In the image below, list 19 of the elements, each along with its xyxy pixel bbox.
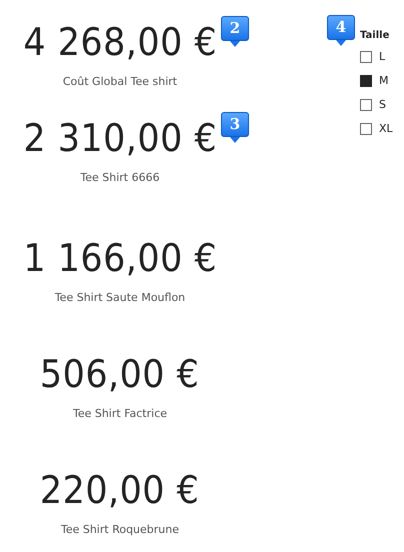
slicer-title: Taille — [360, 29, 390, 43]
checkbox[interactable] — [360, 51, 372, 63]
kpi-label: Coût Global Tee shirt — [62, 74, 178, 90]
kpi-label: Tee Shirt Factrice — [72, 406, 168, 422]
kpi-label: Tee Shirt 6666 — [80, 170, 160, 186]
kpi-label: Tee Shirt Roquebrune — [60, 522, 180, 538]
checkbox[interactable] — [360, 123, 372, 135]
kpi-value: 220,00 € — [40, 467, 200, 514]
kpi-label: Tee Shirt Saute Mouflon — [54, 290, 186, 306]
kpi-value: 1 166,00 € — [23, 235, 217, 282]
checkbox-label: L — [379, 48, 386, 65]
checkbox[interactable] — [360, 99, 372, 111]
kpi-value: 4 268,00 € — [23, 19, 217, 66]
checkbox[interactable] — [360, 75, 372, 87]
checkbox-label: M — [379, 72, 388, 89]
checkbox-label: XL — [379, 120, 393, 137]
kpi-value: 2 310,00 € — [23, 115, 217, 162]
kpi-value: 506,00 € — [40, 351, 200, 398]
checkbox-label: S — [379, 96, 386, 113]
